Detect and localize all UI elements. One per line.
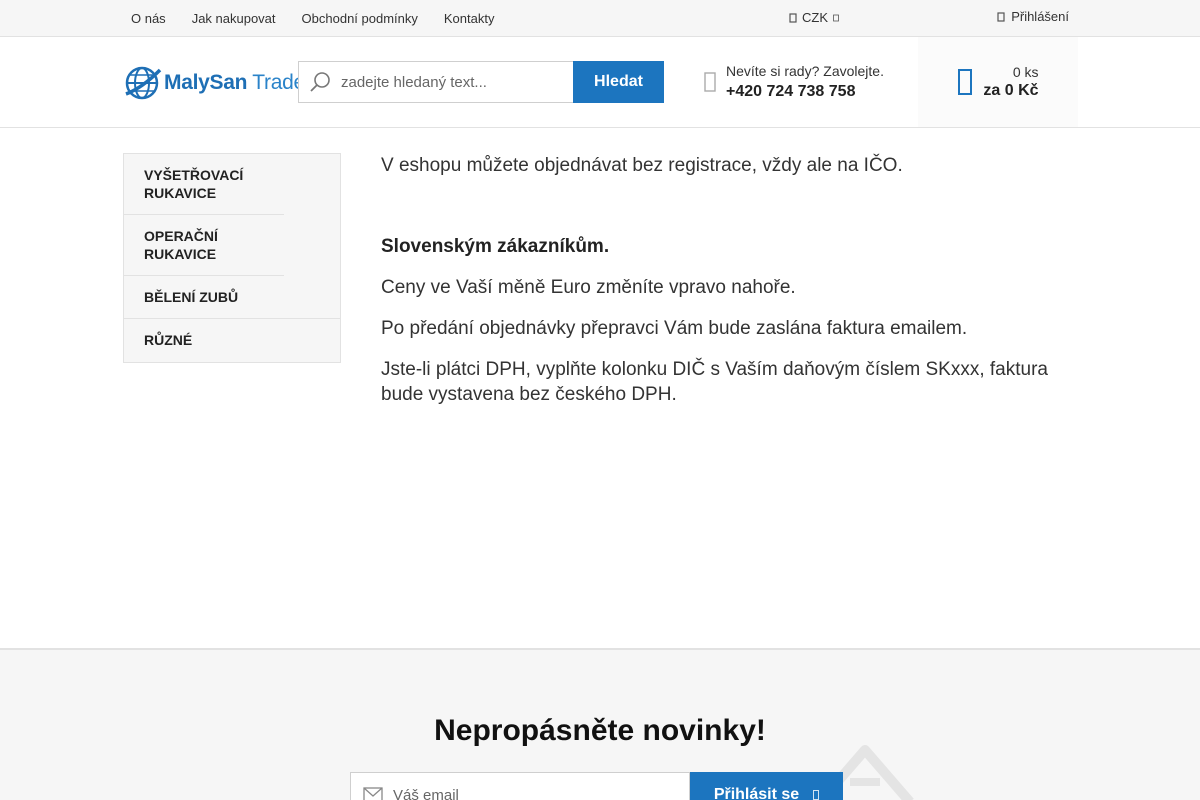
cart-icon <box>958 69 973 95</box>
newsletter-title: Nepropásněte novinky! <box>434 714 766 747</box>
cart[interactable]: 0 ks za 0 Kč <box>918 37 1078 127</box>
currency-label: CZK <box>802 10 828 25</box>
header: MalySan Trade Hledat Nevíte si rady? Zav… <box>0 37 1200 128</box>
cart-summary: 0 ks za 0 Kč <box>983 64 1038 100</box>
top-link-contacts[interactable]: Kontakty <box>431 11 508 26</box>
chevron-down-icon <box>833 14 839 21</box>
top-link-terms[interactable]: Obchodní podmínky <box>289 11 431 26</box>
main-content: V eshopu můžete objednávat bez registrac… <box>381 153 1071 423</box>
sidebar-item-misc[interactable]: Různé <box>124 319 340 362</box>
content-paragraph-4: Jste-li plátci DPH, vyplňte kolonku DIČ … <box>381 359 1048 405</box>
content-heading: Slovenským zákazníkům. <box>381 236 610 257</box>
search-form: Hledat <box>298 61 664 103</box>
newsletter-email-input[interactable] <box>393 786 592 800</box>
cart-total: za 0 Kč <box>983 82 1039 99</box>
help-text: Nevíte si rady? Zavolejte. +420 724 738 … <box>726 63 884 101</box>
arrow-right-icon <box>813 790 820 800</box>
phone-icon <box>704 72 716 92</box>
login-label: Přihlášení <box>1011 9 1069 24</box>
newsletter-section: Nepropásněte novinky! Přihlásit se <box>0 648 1200 800</box>
logo-text-bold: MalySan <box>164 71 248 94</box>
newsletter-subscribe-label: Přihlásit se <box>713 786 800 800</box>
content-paragraph-2: Ceny ve Vaší měně Euro změníte vpravo na… <box>381 277 796 298</box>
logo-text: MalySan Trade <box>164 71 305 95</box>
top-nav: O nás Jak nakupovat Obchodní podmínky Ko… <box>118 0 507 36</box>
top-link-how-to-buy[interactable]: Jak nakupovat <box>179 11 289 26</box>
currency-selector[interactable]: CZK <box>789 10 839 25</box>
newsletter-input-box <box>350 772 690 800</box>
sidebar-item-examination-gloves[interactable]: Vyšetřovací rukavice <box>124 154 284 215</box>
search-icon <box>310 72 330 92</box>
search-input[interactable] <box>341 73 561 91</box>
login-link[interactable]: Přihlášení <box>997 9 1069 24</box>
help-phone[interactable]: +420 724 738 758 <box>726 83 884 101</box>
newsletter-form: Přihlásit se <box>350 772 843 800</box>
top-bar: O nás Jak nakupovat Obchodní podmínky Ko… <box>0 0 1200 37</box>
cart-quantity: 0 ks <box>1012 64 1039 80</box>
money-icon <box>789 12 797 23</box>
search-box <box>298 61 573 103</box>
content-paragraph-3: Po předání objednávky přepravci Vám bude… <box>381 318 968 339</box>
logo[interactable]: MalySan Trade <box>124 64 305 102</box>
search-button[interactable]: Hledat <box>573 61 664 103</box>
content-paragraph-1: V eshopu můžete objednávat bez registrac… <box>381 155 903 176</box>
logo-text-light: Trade <box>247 71 305 94</box>
category-sidebar: Vyšetřovací rukavice Operační rukavice B… <box>123 153 341 363</box>
user-icon <box>997 11 1005 22</box>
sidebar-item-surgical-gloves[interactable]: Operační rukavice <box>124 215 284 276</box>
newsletter-subscribe-button[interactable]: Přihlásit se <box>690 772 843 800</box>
globe-logo-icon <box>125 66 162 100</box>
envelope-icon <box>363 787 383 800</box>
help-contact: Nevíte si rady? Zavolejte. +420 724 738 … <box>704 63 884 101</box>
top-link-about[interactable]: O nás <box>118 11 179 26</box>
help-question: Nevíte si rady? Zavolejte. <box>726 63 884 79</box>
sidebar-item-teeth-whitening[interactable]: Bělení zubů <box>124 276 340 319</box>
